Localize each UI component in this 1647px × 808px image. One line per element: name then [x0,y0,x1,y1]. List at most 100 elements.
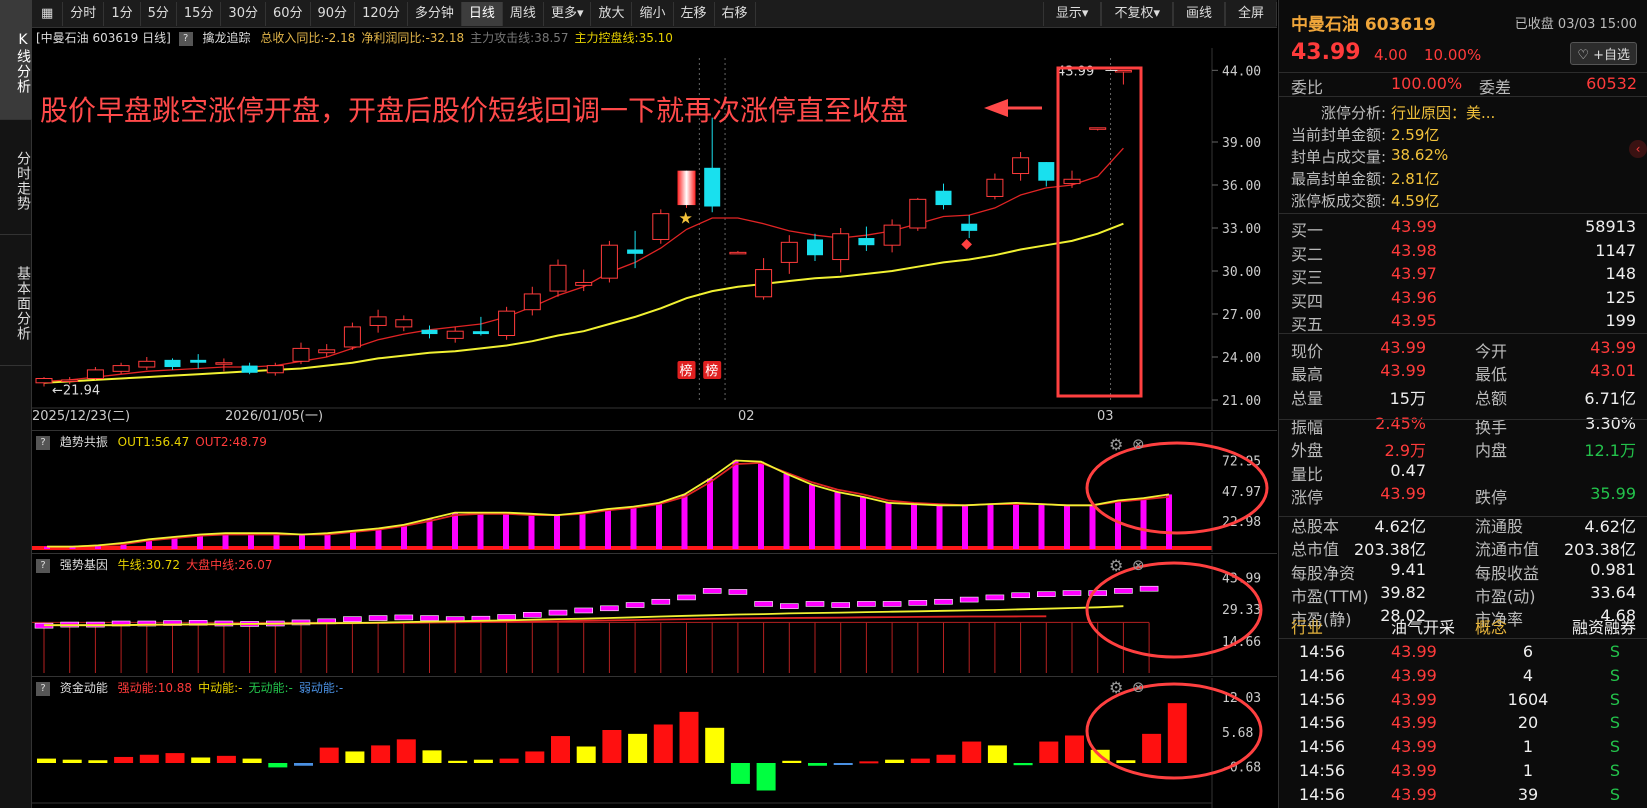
trend-resonance-chart[interactable]: 72.9547.9722.98⚙ ⊗ [32,432,1277,552]
gene-box [985,594,1005,601]
candlestick-chart[interactable]: 44.00 39.00 36.00 33.00 30.00 27.00 24.00 21.00… [32,48,1277,430]
period-button[interactable]: 缩小 [632,1,674,26]
view-button[interactable]: 全屏 [1224,1,1277,26]
trend-bar [375,528,382,549]
period-button[interactable]: 更多▾ [544,1,592,26]
candle-body [343,326,361,348]
y-tick-label: 33.00 [1222,222,1261,237]
tick-price: 43.99 [1391,689,1437,709]
period-button[interactable]: 多分钟 [408,1,462,26]
gene-box [1036,591,1056,597]
period-button[interactable]: 15分 [177,1,222,26]
period-button[interactable]: 120分 [355,1,408,26]
period-button[interactable]: 分时 [63,1,105,26]
gene-box [1062,590,1082,596]
limit-value: 2.59亿 [1391,126,1440,144]
y-tick-label: 30.00 [1222,265,1261,280]
momentum-bar [1013,763,1033,766]
gene-box [934,598,953,605]
candle-body [909,198,927,229]
period-button[interactable]: 左移 [674,1,715,26]
candle-body [472,331,489,335]
candle-body [190,359,207,363]
bid-price: 43.95 [1391,311,1437,330]
period-button[interactable]: 1分 [104,1,141,26]
gene-box [343,616,362,622]
candle-body [523,293,541,311]
bid-label: 买一 [1291,221,1324,240]
tab-kline[interactable]: K线分析 [0,0,32,120]
stat-value: 43.01 [1590,361,1636,381]
limit-label: 最高封单金额: [1290,170,1386,188]
momentum-bar [756,763,776,791]
tab-fundamentals[interactable]: 基本面分析 [0,236,32,366]
momentum-bar [653,724,673,763]
limit-label: 涨停分析: [1320,104,1386,122]
stat-value: 33.64 [1590,583,1636,602]
divider [1279,516,1647,517]
indicator-name[interactable]: 擒龙追踪 [202,31,250,45]
tick-side: S [1609,642,1620,661]
chart-area[interactable]: [中曼石油 603619 日线] ? 擒龙追踪 总收入同比:-2.18 净利润同比… [32,28,1277,808]
stat-label: 最低 [1475,365,1508,385]
trend-bar [426,518,433,549]
trend-bar [579,512,586,549]
stat-value: 3.30% [1585,413,1636,433]
period-button[interactable]: 放大 [591,1,633,26]
bid-book: 买一 43.99 58913 买二 43.98 1147 买三 43.97 148 买四 43.96… [1279,213,1647,334]
y-tick-label: 27.00 [1222,308,1261,323]
stat-label: 换手 [1475,417,1508,437]
x-tick-label: 2026/01/05(一) [225,409,323,424]
quote-panel: 中曼石油 603619 已收盘 03/03 15:00 43.99 4.00 1… [1278,0,1647,808]
trend-bar [528,513,535,549]
view-button[interactable]: 显示▾ [1042,1,1102,26]
trend-bar [248,533,254,549]
period-button[interactable]: 30分 [221,1,266,26]
period-button[interactable]: 日线 [461,1,503,26]
view-button[interactable]: 不复权▾ [1101,1,1173,26]
gene-box [754,601,773,607]
momentum-bar [1167,703,1187,763]
trend-bar [732,460,739,549]
weibi-label: 委比 [1291,78,1324,97]
period-button[interactable]: 右移 [715,1,756,26]
stat-label: 跌停 [1475,487,1508,507]
period-button[interactable]: 60分 [266,1,311,26]
y-tick-label: 24.00 [1222,351,1261,366]
candle-body [627,249,644,254]
price-change-pct: 10.00% [1424,46,1482,64]
strong-gene-chart[interactable]: 43.9929.3314.66⚙ ⊗ [32,555,1277,675]
trend-bar [299,534,305,549]
stat-value: 35.99 [1590,483,1636,503]
concept-value[interactable]: 融资融券 [1572,614,1636,638]
tab-intraday[interactable]: 分时走势 [0,121,32,235]
panel-divider [32,553,1277,554]
add-favorite-button[interactable]: ♡ +自选 [1570,42,1637,65]
tick-price: 43.99 [1391,737,1437,757]
period-button[interactable]: 周线 [503,1,544,26]
gene-box [831,602,851,608]
help-icon[interactable]: ? [178,31,193,46]
candle-body [1063,178,1081,185]
period-button[interactable]: 90分 [311,1,356,26]
indicator-value: 主力攻击线:38.57 [470,31,569,45]
momentum-bar [859,761,879,764]
industry-value[interactable]: 油气开采 [1391,614,1455,638]
y-tick-label: 21.00 [1222,394,1261,409]
tick-time: 14:56 [1299,737,1346,757]
trend-bar [1140,498,1147,549]
tick-side: S [1609,689,1620,709]
tick-list[interactable]: 14:56 43.99 6 S 14:56 43.99 4 S 14:56 43.99 1604 S 1… [1279,638,1647,808]
gene-box [600,605,619,612]
period-button[interactable]: 5分 [141,1,177,26]
collapse-arrow-icon[interactable]: ‹ [1629,140,1647,158]
stat-label: 市盈(TTM) [1291,587,1369,606]
candle-body [395,319,413,328]
close-icon: ⊗ [1132,556,1145,574]
fund-momentum-chart[interactable]: 12.035.68-0.68⚙ ⊗ [32,678,1277,808]
stat-value: 0.47 [1390,460,1426,480]
trend-bar [783,473,790,549]
view-button[interactable]: 画线 [1172,1,1225,26]
grid-view-icon[interactable]: ▦ [32,1,64,26]
momentum-bar [1116,760,1136,763]
